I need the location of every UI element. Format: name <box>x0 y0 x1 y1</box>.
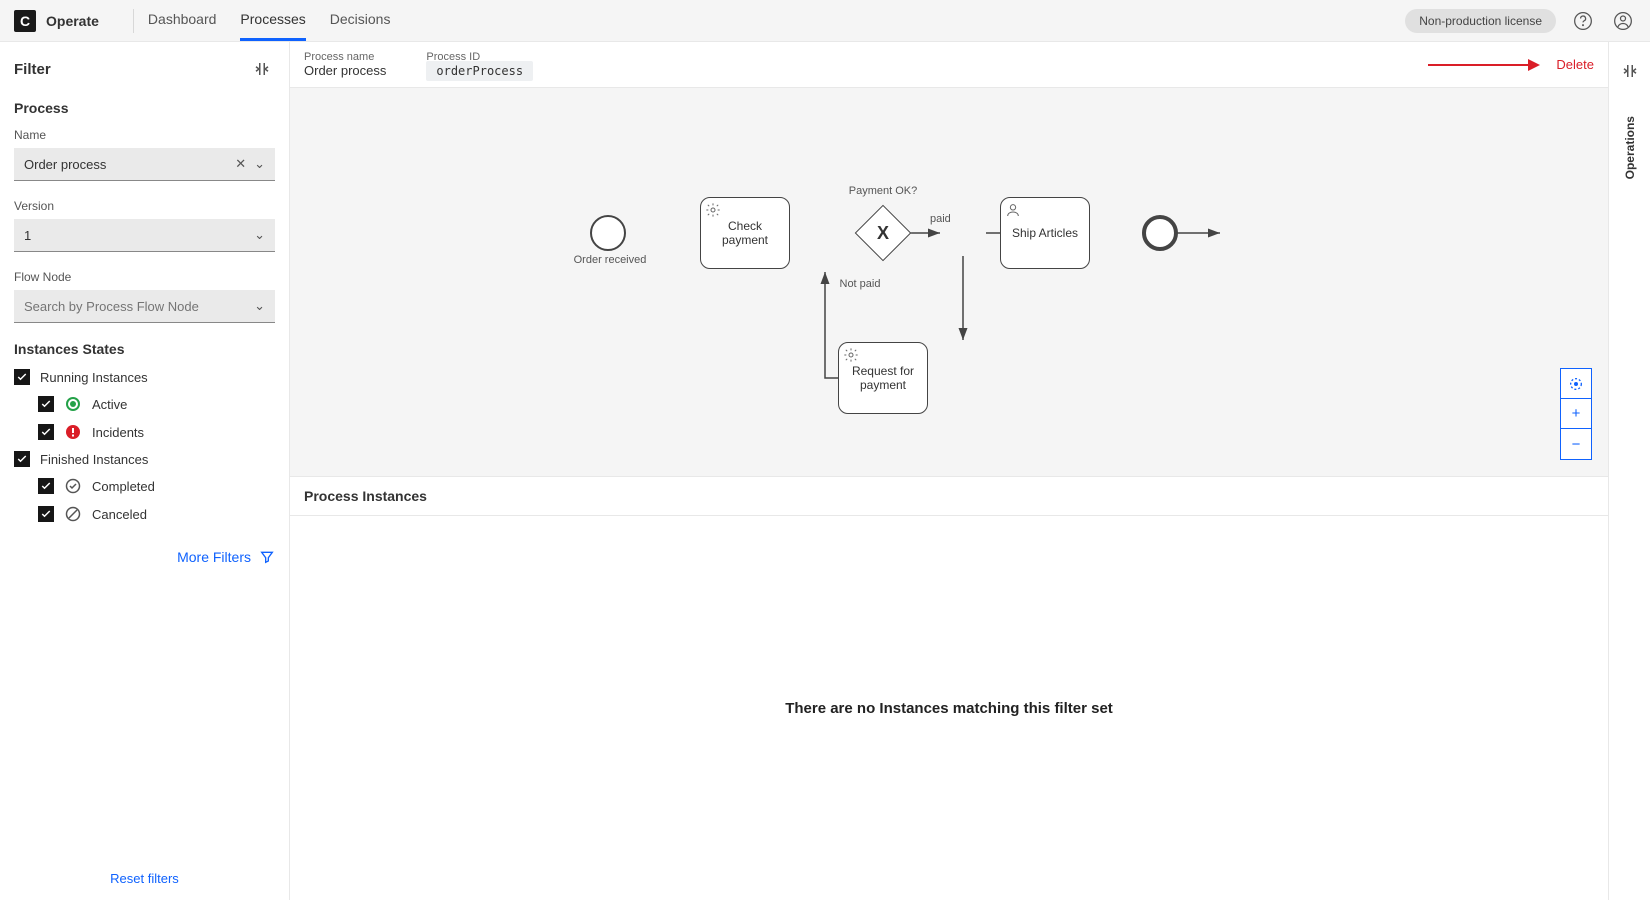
expand-operations-icon[interactable] <box>1617 58 1643 84</box>
completed-state-icon <box>64 477 82 495</box>
task-label: Check payment <box>705 219 785 247</box>
checkbox-running[interactable]: Running Instances <box>14 369 275 385</box>
service-task-icon <box>843 347 859 363</box>
annotation-arrow <box>1428 64 1538 66</box>
canceled-state-icon <box>64 505 82 523</box>
main-nav: Dashboard Processes Decisions <box>148 0 391 41</box>
flownode-field-label: Flow Node <box>14 270 275 284</box>
checkbox-label: Active <box>92 397 127 412</box>
version-select-value: 1 <box>24 228 31 243</box>
filter-title: Filter <box>14 61 51 78</box>
user-icon[interactable] <box>1610 8 1636 34</box>
checkbox-icon <box>38 478 54 494</box>
checkbox-icon <box>38 424 54 440</box>
task-request-payment[interactable]: Request for payment <box>838 342 928 414</box>
name-select-value: Order process <box>24 157 106 172</box>
gateway-label: Payment OK? <box>843 185 923 197</box>
process-name-value: Order process <box>304 63 386 78</box>
reset-filters-link[interactable]: Reset filters <box>14 871 275 886</box>
name-select[interactable]: Order process ✕ ⌄ <box>14 148 275 181</box>
version-field-label: Version <box>14 199 275 213</box>
zoom-in-button[interactable]: + <box>1561 399 1591 429</box>
checkbox-finished[interactable]: Finished Instances <box>14 451 275 467</box>
app-name: Operate <box>46 13 99 29</box>
zoom-controls: + − <box>1560 368 1592 460</box>
name-field-label: Name <box>14 128 275 142</box>
task-ship-articles[interactable]: Ship Articles <box>1000 197 1090 269</box>
incident-state-icon <box>64 423 82 441</box>
version-select[interactable]: 1 ⌄ <box>14 219 275 252</box>
process-name-label: Process name <box>304 51 386 63</box>
more-filters-link[interactable]: More Filters <box>14 549 275 565</box>
filter-icon <box>259 549 275 565</box>
checkbox-incidents[interactable]: Incidents <box>38 423 275 441</box>
process-info-bar: Process name Order process Process ID or… <box>290 42 1608 88</box>
user-task-icon <box>1005 202 1021 218</box>
exclusive-gateway[interactable]: X <box>855 205 912 262</box>
bpmn-diagram[interactable]: Order received Check payment X Payment O… <box>290 88 1608 476</box>
checkbox-completed[interactable]: Completed <box>38 477 275 495</box>
app-logo: C <box>14 10 36 32</box>
start-event-label: Order received <box>570 254 650 266</box>
main-content: Process name Order process Process ID or… <box>290 42 1608 900</box>
clear-icon[interactable]: ✕ <box>235 156 246 172</box>
checkbox-icon <box>38 506 54 522</box>
active-state-icon <box>64 395 82 413</box>
empty-state-message: There are no Instances matching this fil… <box>785 700 1113 717</box>
end-event[interactable] <box>1142 215 1178 251</box>
checkbox-label: Incidents <box>92 425 144 440</box>
checkbox-icon <box>14 451 30 467</box>
collapse-sidebar-icon[interactable] <box>249 56 275 82</box>
checkbox-active[interactable]: Active <box>38 395 275 413</box>
zoom-reset-button[interactable] <box>1561 369 1591 399</box>
operations-label[interactable]: Operations <box>1623 116 1637 179</box>
nav-dashboard[interactable]: Dashboard <box>148 0 217 41</box>
instances-list: There are no Instances matching this fil… <box>290 516 1608 900</box>
task-check-payment[interactable]: Check payment <box>700 197 790 269</box>
states-section-title: Instances States <box>14 341 275 357</box>
sequence-notpaid-label: Not paid <box>835 278 885 290</box>
checkbox-label: Finished Instances <box>40 452 148 467</box>
process-id-value: orderProcess <box>426 61 533 81</box>
task-label: Ship Articles <box>1012 226 1078 240</box>
checkbox-label: Running Instances <box>40 370 148 385</box>
more-filters-label: More Filters <box>177 549 251 565</box>
checkbox-icon <box>14 369 30 385</box>
checkbox-icon <box>38 396 54 412</box>
checkbox-canceled[interactable]: Canceled <box>38 505 275 523</box>
chevron-down-icon[interactable]: ⌄ <box>254 156 265 172</box>
checkbox-label: Canceled <box>92 507 147 522</box>
filter-sidebar: Filter Process Name Order process ✕ ⌄ Ve… <box>0 42 290 900</box>
task-label: Request for payment <box>843 364 923 392</box>
nav-processes[interactable]: Processes <box>240 0 305 41</box>
checkbox-label: Completed <box>92 479 155 494</box>
license-badge: Non-production license <box>1405 9 1556 33</box>
nav-decisions[interactable]: Decisions <box>330 0 391 41</box>
divider <box>133 9 134 33</box>
flownode-search[interactable] <box>24 299 254 314</box>
flownode-input[interactable]: ⌄ <box>14 290 275 323</box>
chevron-down-icon[interactable]: ⌄ <box>254 227 265 243</box>
delete-button[interactable]: Delete <box>1556 57 1594 72</box>
help-icon[interactable] <box>1570 8 1596 34</box>
instances-section-header: Process Instances <box>290 476 1608 516</box>
chevron-down-icon[interactable]: ⌄ <box>254 298 265 314</box>
start-event[interactable] <box>590 215 626 251</box>
app-header: C Operate Dashboard Processes Decisions … <box>0 0 1650 42</box>
sequence-paid-label: paid <box>930 213 951 225</box>
zoom-out-button[interactable]: − <box>1561 429 1591 459</box>
operations-rail: Operations <box>1608 42 1650 900</box>
service-task-icon <box>705 202 721 218</box>
process-section-title: Process <box>14 100 275 116</box>
